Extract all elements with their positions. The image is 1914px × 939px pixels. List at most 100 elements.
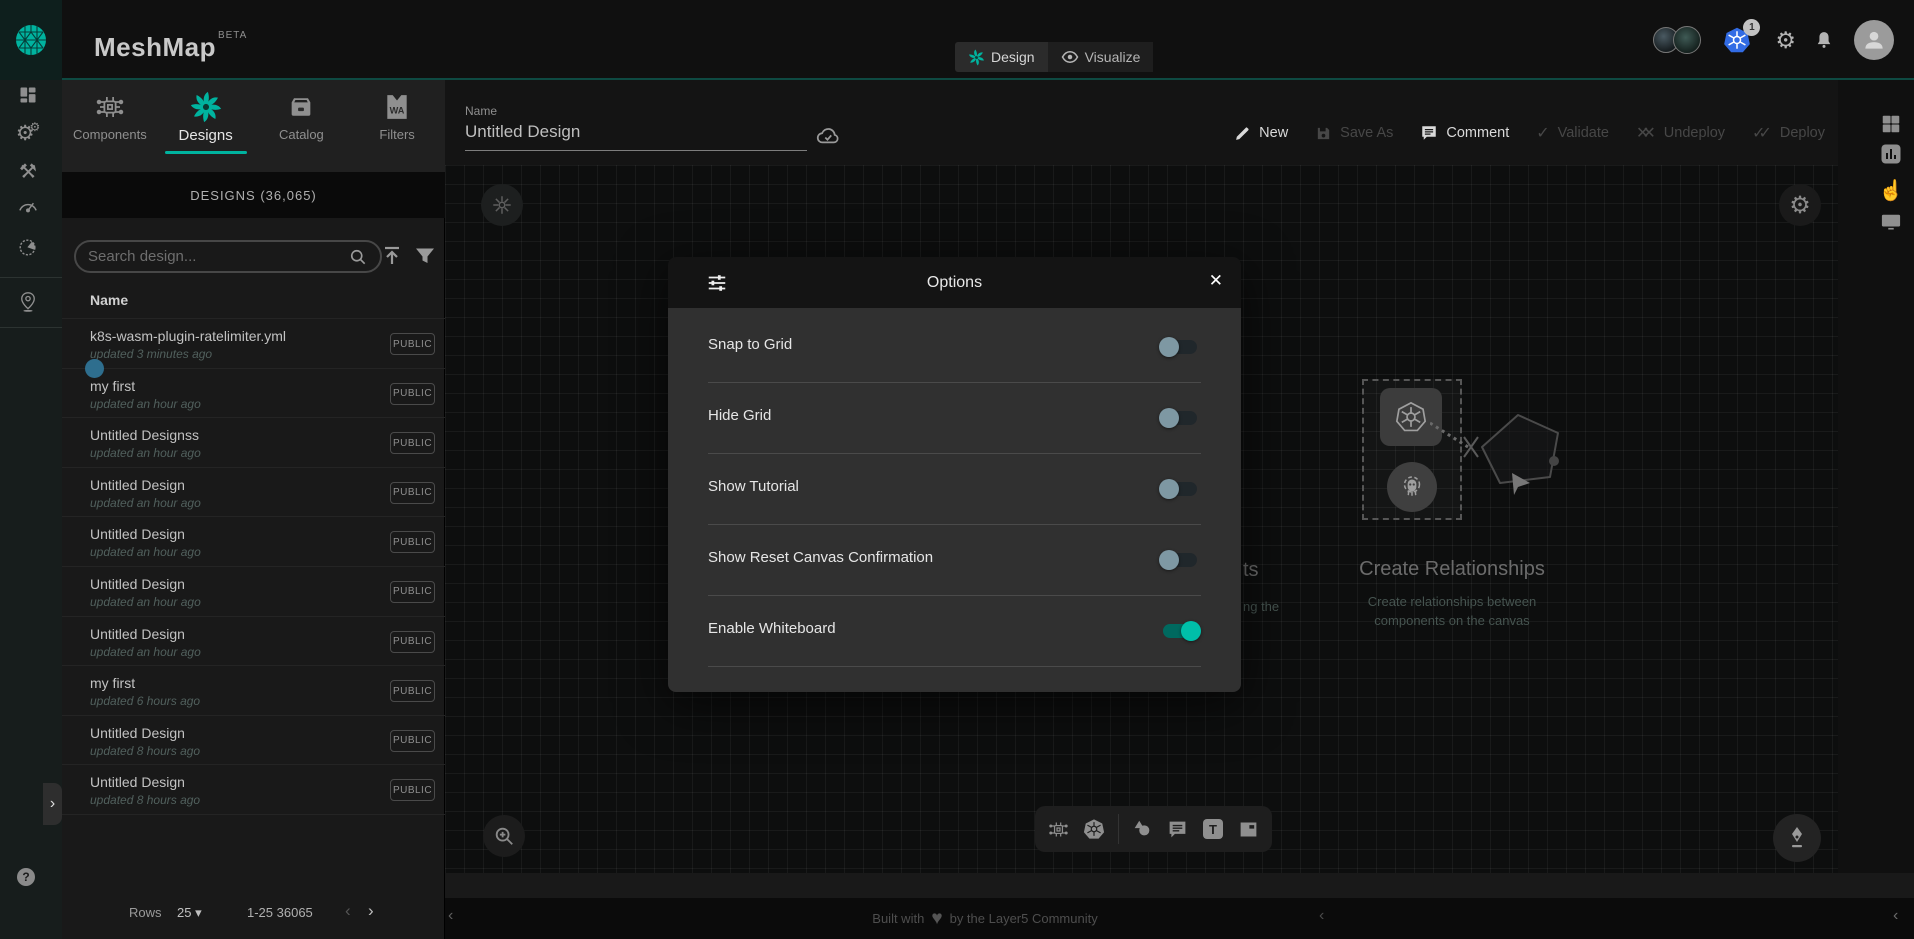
design-row-8[interactable]: my first updated 6 hours ago PUBLIC [62, 665, 445, 715]
media-tool-icon[interactable] [1237, 817, 1261, 841]
shapes-tool-icon[interactable] [1130, 817, 1154, 841]
sidebar-item-performance[interactable] [16, 193, 40, 217]
sidebar-item-meshmap[interactable] [16, 290, 40, 314]
list-end-divider [62, 814, 445, 815]
search-input[interactable] [88, 248, 348, 265]
tools-icon: ⚒ [19, 159, 37, 184]
touch-gesture-icon[interactable]: ☝ [1879, 178, 1903, 202]
design-row-10[interactable]: Untitled Design updated 8 hours ago PUBL… [62, 764, 445, 814]
tab-designs[interactable]: Designs [158, 80, 254, 172]
collapse-right-chevron[interactable]: ‹ [1893, 907, 1898, 925]
design-row-5[interactable]: Untitled Design updated an hour ago PUBL… [62, 516, 445, 566]
design-row-2[interactable]: my first updated an hour ago PUBLIC [62, 368, 445, 418]
collaborator-avatar-2[interactable] [1673, 26, 1701, 54]
deploy-button[interactable]: ✓✓ Deploy [1752, 123, 1825, 143]
canvas-config-wheel-button[interactable] [481, 184, 523, 226]
rail-divider-1 [0, 277, 62, 278]
visibility-badge: PUBLIC [390, 482, 435, 504]
occluded-text-fragment-title: ts [1243, 559, 1259, 582]
option-label: Show Tutorial [708, 478, 799, 495]
option-toggle-1[interactable] [1163, 411, 1197, 425]
designs-panel: Components [62, 80, 445, 939]
design-updated: updated 8 hours ago [90, 793, 200, 807]
kubernetes-tool-icon[interactable] [1082, 817, 1106, 841]
design-row-9[interactable]: Untitled Design updated 8 hours ago PUBL… [62, 715, 445, 765]
help-button[interactable]: ? [17, 868, 35, 886]
analytics-panel-icon[interactable] [1879, 142, 1903, 166]
import-design-icon[interactable] [380, 244, 406, 270]
save-as-button[interactable]: Save As [1315, 125, 1393, 142]
display-screen-icon[interactable] [1879, 210, 1903, 234]
layer5-logo[interactable] [0, 0, 62, 80]
tab-design[interactable]: Design [955, 42, 1048, 72]
tab-filters[interactable]: WA Filters [349, 80, 445, 172]
option-label: Hide Grid [708, 407, 771, 424]
sidebar-item-lifecycle[interactable]: ⚙⚙ [16, 121, 40, 145]
option-row-hide-grid: Hide Grid [668, 383, 1241, 454]
undeploy-button[interactable]: ✕✕ Undeploy [1636, 123, 1725, 143]
settings-gear-icon[interactable]: ⚙ [1775, 29, 1796, 52]
prev-page-button[interactable]: ‹ [345, 901, 351, 921]
kubernetes-context-button[interactable]: 1 [1723, 26, 1751, 54]
filter-funnel-icon[interactable] [413, 244, 439, 270]
meshmap-app: MeshMapBETA [0, 0, 1914, 939]
rows-label: Rows [129, 905, 162, 920]
comment-tool-icon[interactable] [1166, 817, 1190, 841]
tab-filters-label: Filters [379, 127, 414, 142]
tab-catalog[interactable]: Catalog [254, 80, 350, 172]
option-toggle-3[interactable] [1163, 553, 1197, 567]
pill-divider [1118, 814, 1119, 844]
rows-per-page-select[interactable]: 25 ▾ [177, 905, 202, 921]
visibility-badge: PUBLIC [390, 581, 435, 603]
design-row-3[interactable]: Untitled Designss updated an hour ago PU… [62, 417, 445, 467]
rail-divider-2 [0, 327, 62, 328]
tab-visualize[interactable]: Visualize [1048, 42, 1154, 72]
option-toggle-0[interactable] [1163, 340, 1197, 354]
design-row-7[interactable]: Untitled Design updated an hour ago PUBL… [62, 616, 445, 666]
collapse-left-chevron[interactable]: ‹ [448, 907, 453, 925]
option-label: Enable Whiteboard [708, 620, 836, 637]
design-row-1[interactable]: k8s-wasm-plugin-ratelimiter.yml updated … [62, 318, 445, 368]
design-row-4[interactable]: Untitled Design updated an hour ago PUBL… [62, 467, 445, 517]
component-chip-tool-icon[interactable] [1047, 817, 1071, 841]
canvas-settings-gear-button[interactable]: ⚙ [1779, 184, 1821, 226]
pagination-range: 1-25 36065 [247, 905, 313, 920]
user-profile-avatar[interactable] [1854, 20, 1894, 60]
notifications-bell-icon[interactable] [1814, 29, 1834, 51]
comment-button[interactable]: Comment [1420, 124, 1509, 142]
design-name: Untitled Designss [90, 427, 199, 443]
panel-expand-handle[interactable]: › [43, 783, 62, 825]
sidebar-item-dashboard[interactable] [16, 83, 40, 107]
design-name: my first [90, 675, 135, 691]
header-right-cluster: 1 ⚙ [1653, 0, 1914, 80]
text-tool-icon[interactable]: T [1201, 817, 1225, 841]
design-row-6[interactable]: Untitled Design updated an hour ago PUBL… [62, 566, 445, 616]
visibility-badge: PUBLIC [390, 680, 435, 702]
left-nav-rail: ⚙⚙ ⚒ › [0, 80, 62, 939]
gear-icon: ⚙ [1789, 191, 1811, 220]
deploy-label: Deploy [1780, 125, 1825, 141]
close-icon[interactable]: ✕ [1209, 271, 1223, 291]
option-toggle-4[interactable] [1163, 624, 1197, 638]
widgets-grid-icon[interactable] [1879, 112, 1903, 136]
validate-button[interactable]: ✓ Validate [1536, 123, 1609, 143]
sidebar-item-configuration[interactable]: ⚒ [16, 159, 40, 183]
brand-title: MeshMapBETA [94, 30, 247, 63]
mode-visualize-label: Visualize [1085, 49, 1141, 65]
next-page-button[interactable]: › [368, 901, 374, 921]
design-name: my first [90, 378, 135, 394]
zoom-in-button[interactable] [483, 815, 525, 857]
tab-components[interactable]: Components [62, 80, 158, 172]
design-name: Untitled Design [90, 725, 185, 741]
new-button[interactable]: New [1234, 125, 1288, 142]
search-icon[interactable] [348, 247, 368, 267]
whiteboard-pen-button[interactable] [1773, 814, 1821, 862]
check-icon: ✓ [1536, 123, 1549, 143]
design-name-input[interactable] [465, 122, 807, 151]
sidebar-item-extensions[interactable] [16, 235, 40, 259]
footer-prefix: Built with [872, 911, 924, 926]
collapse-mid-chevron[interactable]: ‹ [1319, 907, 1324, 925]
double-check-icon: ✓✓ [1752, 123, 1765, 143]
design-name-label: Name [465, 104, 497, 118]
option-toggle-2[interactable] [1163, 482, 1197, 496]
